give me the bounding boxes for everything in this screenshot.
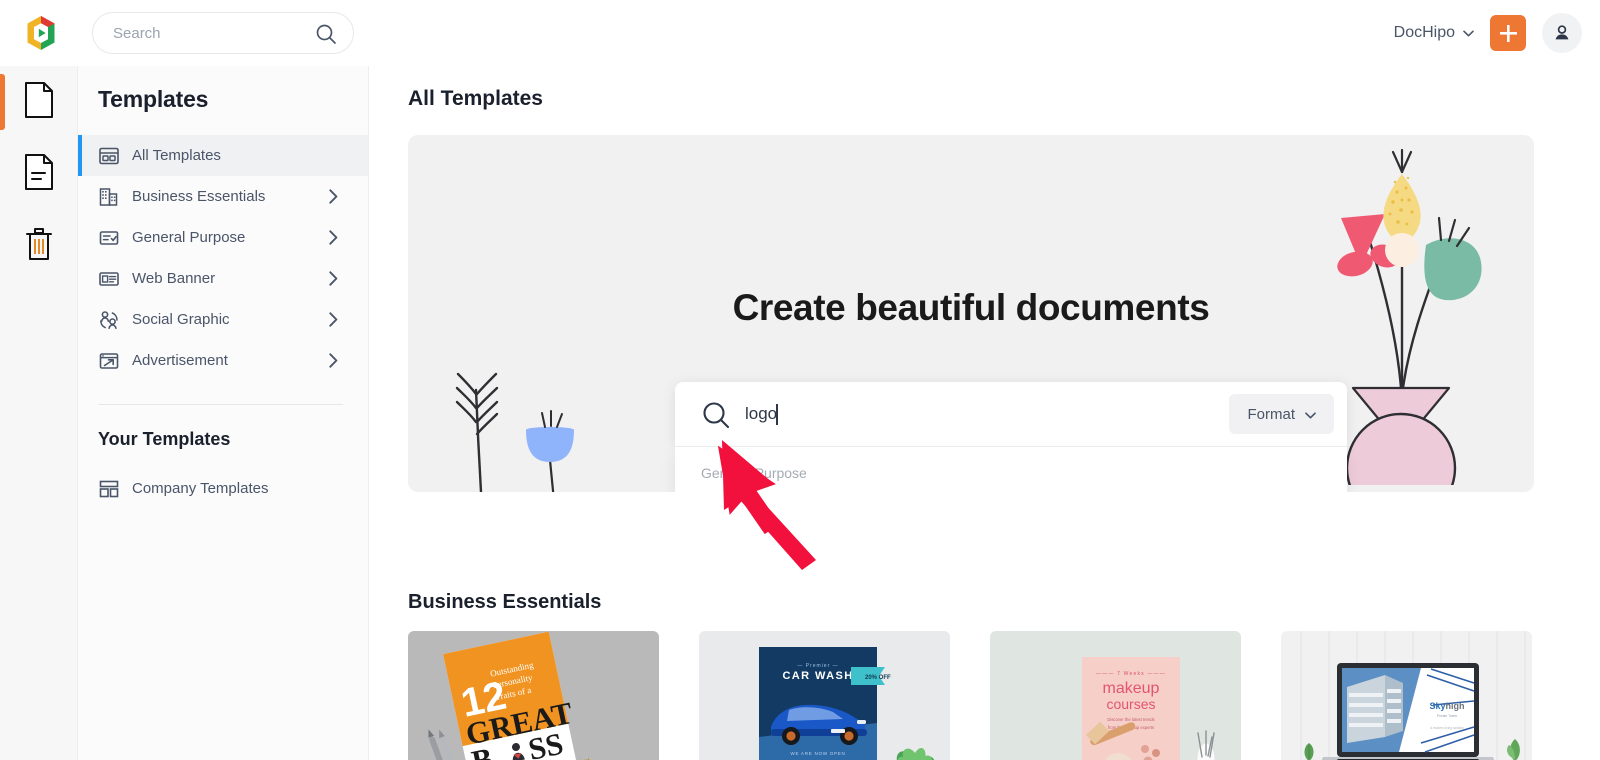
banner-icon bbox=[98, 268, 120, 290]
sidebar-item-label: General Purpose bbox=[132, 229, 246, 246]
person-icon bbox=[1555, 25, 1569, 40]
top-header: DocHipo bbox=[0, 0, 1600, 66]
header-actions: DocHipo bbox=[1394, 0, 1582, 66]
svg-text:A modern living solution: A modern living solution bbox=[1430, 726, 1464, 730]
text-cursor bbox=[776, 404, 778, 425]
search-icon bbox=[315, 23, 337, 50]
svg-text:— Premier —: — Premier — bbox=[797, 663, 838, 669]
sidebar-item-all-templates[interactable]: All Templates bbox=[78, 135, 368, 176]
documents-icon bbox=[22, 81, 56, 124]
your-templates-title: Your Templates bbox=[98, 429, 231, 449]
format-label: Format bbox=[1247, 405, 1295, 423]
flower-illustration-left bbox=[446, 330, 616, 492]
svg-text:makeup: makeup bbox=[1103, 680, 1160, 697]
sidebar-item-label: All Templates bbox=[132, 147, 221, 164]
rail-item-documents[interactable] bbox=[0, 66, 78, 138]
rail-item-pages[interactable] bbox=[0, 138, 78, 210]
icon-rail bbox=[0, 66, 78, 760]
svg-text:courses: courses bbox=[1106, 696, 1155, 712]
global-search[interactable] bbox=[92, 12, 354, 54]
sidebar-divider bbox=[98, 404, 343, 405]
layout-icon bbox=[98, 478, 120, 500]
svg-text:Discover the latest trends: Discover the latest trends bbox=[1107, 717, 1154, 722]
search-input[interactable] bbox=[113, 24, 303, 42]
template-card-car-wash[interactable]: — Premier — CAR WASH 20% OFF WE ARE NOW … bbox=[699, 631, 950, 760]
search-icon bbox=[701, 400, 731, 435]
svg-text:CAR WASH: CAR WASH bbox=[782, 670, 853, 682]
trash-icon bbox=[22, 225, 56, 268]
sidebar-item-label: Web Banner bbox=[132, 270, 216, 287]
chevron-right-icon bbox=[329, 230, 338, 250]
sidebar-item-label: Business Essentials bbox=[132, 188, 266, 205]
template-grid: 12 Outstanding Personality Traits of a G… bbox=[408, 631, 1588, 760]
main-content: All Templates Create beautiful documents bbox=[369, 66, 1600, 760]
sidebar: Templates All Templates Business Essenti… bbox=[78, 66, 369, 760]
create-new-button[interactable] bbox=[1490, 15, 1526, 51]
format-dropdown-button[interactable]: Format bbox=[1229, 394, 1334, 434]
sidebar-title: Templates bbox=[98, 86, 209, 112]
workspace-label: DocHipo bbox=[1393, 24, 1455, 41]
sidebar-item-social-graphic[interactable]: Social Graphic bbox=[78, 299, 368, 340]
list-check-icon bbox=[98, 227, 120, 249]
template-card-makeup-courses[interactable]: ——— 7 Weeks ——— makeup courses Discover … bbox=[990, 631, 1241, 760]
chevron-down-icon bbox=[1463, 29, 1474, 37]
red-arrow-pointer bbox=[717, 432, 838, 577]
hero-banner: Create beautiful documents logo Format P… bbox=[408, 135, 1534, 492]
svg-text:Private Tower: Private Tower bbox=[1437, 714, 1458, 718]
dochipo-logo[interactable] bbox=[19, 11, 63, 55]
app-root: DocHipo bbox=[0, 0, 1600, 760]
chevron-right-icon bbox=[329, 312, 338, 332]
template-card-great-boss[interactable]: 12 Outstanding Personality Traits of a G… bbox=[408, 631, 659, 760]
section-title: Business Essentials bbox=[408, 591, 602, 613]
svg-text:20% OFF: 20% OFF bbox=[865, 675, 891, 681]
svg-text:——— 7 Weeks ———: ——— 7 Weeks ——— bbox=[1096, 671, 1166, 677]
sidebar-item-company-templates[interactable]: Company Templates bbox=[78, 468, 368, 509]
building-icon bbox=[98, 186, 120, 208]
svg-text:Skyhigh: Skyhigh bbox=[1429, 701, 1464, 711]
sidebar-item-label: Advertisement bbox=[132, 352, 228, 369]
chevron-right-icon bbox=[329, 271, 338, 291]
sidebar-item-label: Company Templates bbox=[132, 480, 269, 497]
sidebar-item-business-essentials[interactable]: Business Essentials bbox=[78, 176, 368, 217]
pages-icon bbox=[22, 153, 56, 196]
workspace-selector[interactable]: DocHipo bbox=[1394, 24, 1474, 42]
chevron-right-icon bbox=[329, 189, 338, 209]
sidebar-item-advertisement[interactable]: Advertisement bbox=[78, 340, 368, 381]
user-avatar[interactable] bbox=[1542, 13, 1582, 53]
template-card-skyhigh-presentation[interactable]: Skyhigh Private Tower A modern living so… bbox=[1281, 631, 1532, 760]
chevron-right-icon bbox=[329, 353, 338, 373]
svg-text:WE ARE NOW OPEN: WE ARE NOW OPEN bbox=[790, 751, 845, 756]
chevron-down-icon bbox=[1305, 406, 1316, 423]
grid-icon bbox=[98, 145, 120, 167]
page-title: All Templates bbox=[408, 87, 543, 110]
sidebar-item-general-purpose[interactable]: General Purpose bbox=[78, 217, 368, 258]
sidebar-item-web-banner[interactable]: Web Banner bbox=[78, 258, 368, 299]
people-icon bbox=[98, 309, 120, 331]
ad-icon bbox=[98, 350, 120, 372]
rail-item-trash[interactable] bbox=[0, 210, 78, 282]
sidebar-item-label: Social Graphic bbox=[132, 311, 230, 328]
